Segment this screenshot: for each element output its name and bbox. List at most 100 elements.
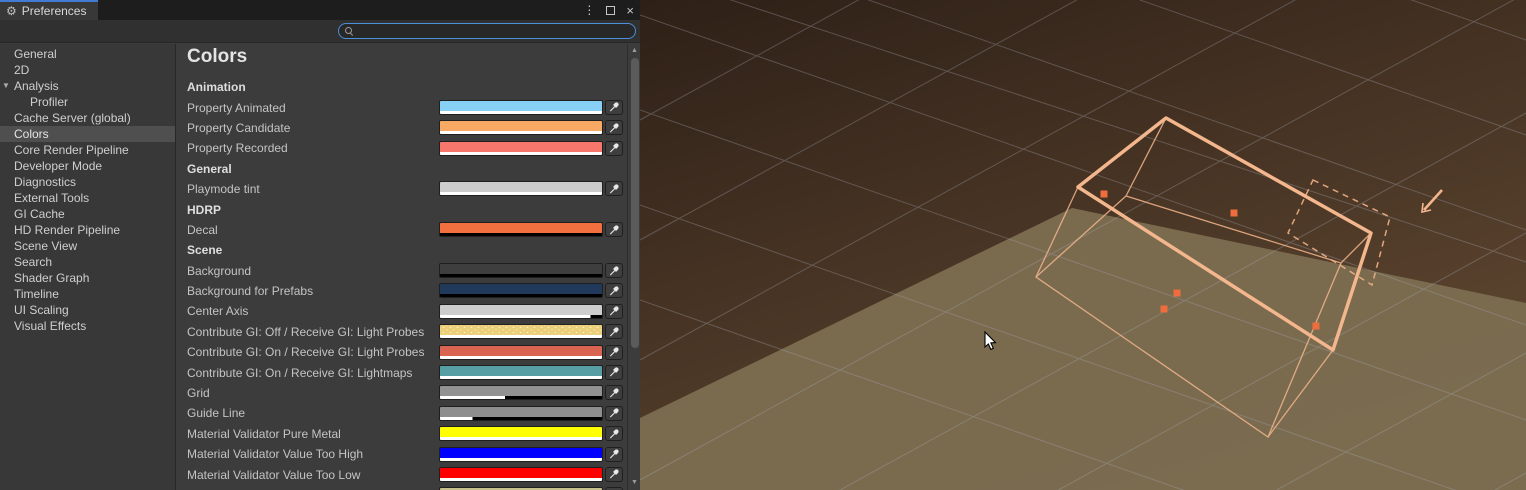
- sidebar-item-external-tools[interactable]: External Tools: [0, 190, 175, 206]
- scroll-up-arrow[interactable]: ▲: [628, 46, 640, 56]
- expand-triangle-icon[interactable]: ▼: [2, 78, 10, 94]
- color-swatch[interactable]: [439, 447, 603, 462]
- preferences-toolbar: [0, 20, 640, 43]
- sidebar-item-label: Diagnostics: [14, 175, 76, 189]
- eyedropper-button[interactable]: [605, 324, 623, 339]
- sidebar-item-label: External Tools: [14, 191, 89, 205]
- section-header-scene: Scene: [187, 240, 640, 260]
- gear-icon: ⚙: [6, 5, 17, 17]
- eyedropper-button[interactable]: [605, 263, 623, 278]
- sidebar-item-shader-graph[interactable]: Shader Graph: [0, 270, 175, 286]
- color-swatch[interactable]: [439, 324, 603, 339]
- sidebar-item-timeline[interactable]: Timeline: [0, 286, 175, 302]
- tab-preferences[interactable]: ⚙ Preferences: [0, 0, 98, 20]
- color-row-property-recorded: Property Recorded: [187, 138, 640, 158]
- probe-handle: [1174, 290, 1181, 297]
- color-swatch[interactable]: [439, 120, 603, 135]
- window-title: Preferences: [22, 4, 87, 18]
- eyedropper-button[interactable]: [605, 345, 623, 360]
- search-icon: [345, 27, 354, 36]
- eyedropper-button[interactable]: [605, 406, 623, 421]
- maximize-icon[interactable]: [606, 6, 615, 15]
- sidebar-item-colors[interactable]: Colors: [0, 126, 175, 142]
- eyedropper-button[interactable]: [605, 141, 623, 156]
- color-row-background-for-prefabs: Background for Prefabs: [187, 281, 640, 301]
- eyedropper-button[interactable]: [605, 365, 623, 380]
- sidebar-item-2d[interactable]: 2D: [0, 62, 175, 78]
- color-swatch[interactable]: [439, 345, 603, 360]
- sidebar-item-core-render-pipeline[interactable]: Core Render Pipeline: [0, 142, 175, 158]
- swatch-fill: [440, 386, 602, 396]
- sidebar-item-profiler[interactable]: Profiler: [0, 94, 175, 110]
- color-swatch[interactable]: [439, 141, 603, 156]
- color-swatch[interactable]: [439, 304, 603, 319]
- color-swatch[interactable]: [439, 385, 603, 400]
- eyedropper-button[interactable]: [605, 447, 623, 462]
- color-row-material-validator-value-too-high: Material Validator Value Too High: [187, 444, 640, 464]
- window-titlebar: ⚙ Preferences ⋮ ×: [0, 0, 640, 20]
- sidebar-item-label: Core Render Pipeline: [14, 143, 129, 157]
- color-swatch[interactable]: [439, 181, 603, 196]
- search-box[interactable]: [338, 23, 636, 39]
- search-input[interactable]: [358, 25, 629, 37]
- eyedropper-button[interactable]: [605, 181, 623, 196]
- sidebar-item-analysis[interactable]: ▼Analysis: [0, 78, 175, 94]
- color-row-decal: Decal: [187, 220, 640, 240]
- sidebar-item-general[interactable]: General: [0, 46, 175, 62]
- eyedropper-button[interactable]: [605, 120, 623, 135]
- sidebar-item-ui-scaling[interactable]: UI Scaling: [0, 302, 175, 318]
- color-swatch[interactable]: [439, 100, 603, 115]
- color-swatch[interactable]: [439, 365, 603, 380]
- color-label: Material Validator Pure Metal: [187, 427, 341, 441]
- swatch-fill: [440, 121, 602, 131]
- colors-panel: Colors AnimationProperty AnimatedPropert…: [176, 44, 640, 490]
- scrollbar-thumb[interactable]: [631, 58, 639, 348]
- eyedropper-button[interactable]: [605, 304, 623, 319]
- eyedropper-button[interactable]: [605, 467, 623, 482]
- scroll-down-arrow[interactable]: ▼: [628, 478, 640, 488]
- color-row-center-axis: Center Axis: [187, 301, 640, 321]
- sidebar-item-diagnostics[interactable]: Diagnostics: [0, 174, 175, 190]
- sidebar-item-visual-effects[interactable]: Visual Effects: [0, 318, 175, 334]
- eyedropper-button[interactable]: [605, 385, 623, 400]
- eyedropper-icon: [608, 346, 620, 358]
- sidebar-item-gi-cache[interactable]: GI Cache: [0, 206, 175, 222]
- sidebar-item-developer-mode[interactable]: Developer Mode: [0, 158, 175, 174]
- probe-handle: [1161, 306, 1168, 313]
- eyedropper-button[interactable]: [605, 283, 623, 298]
- probe-handle: [1313, 323, 1320, 330]
- alpha-bar: [440, 437, 602, 440]
- kebab-menu-icon[interactable]: ⋮: [583, 4, 595, 16]
- alpha-bar: [440, 417, 602, 420]
- vertical-scrollbar[interactable]: ▲ ▼: [627, 44, 640, 490]
- color-row-material-validator-pure-metal: Material Validator Pure Metal: [187, 424, 640, 444]
- sidebar-item-hd-render-pipeline[interactable]: HD Render Pipeline: [0, 222, 175, 238]
- eyedropper-icon: [608, 448, 620, 460]
- color-swatch[interactable]: [439, 222, 603, 237]
- sidebar-item-cache-server-global[interactable]: Cache Server (global): [0, 110, 175, 126]
- color-swatch[interactable]: [439, 283, 603, 298]
- eyedropper-icon: [608, 387, 620, 399]
- eyedropper-button[interactable]: [605, 222, 623, 237]
- color-swatch[interactable]: [439, 406, 603, 421]
- color-swatch[interactable]: [439, 426, 603, 441]
- eyedropper-button[interactable]: [605, 426, 623, 441]
- sidebar-item-label: UI Scaling: [14, 303, 69, 317]
- scene-view[interactable]: [640, 0, 1526, 490]
- alpha-bar: [440, 274, 602, 277]
- sidebar-item-label: Visual Effects: [14, 319, 86, 333]
- swatch-fill: [440, 142, 602, 152]
- close-icon[interactable]: ×: [626, 4, 634, 17]
- section-header-general: General: [187, 159, 640, 179]
- color-swatch[interactable]: [439, 263, 603, 278]
- color-row-property-animated: Property Animated: [187, 97, 640, 117]
- color-swatch[interactable]: [439, 467, 603, 482]
- eyedropper-button[interactable]: [605, 100, 623, 115]
- alpha-bar: [440, 294, 602, 297]
- sidebar-item-scene-view[interactable]: Scene View: [0, 238, 175, 254]
- sidebar-item-search[interactable]: Search: [0, 254, 175, 270]
- color-label: Material Validator Value Too Low: [187, 468, 360, 482]
- swatch-fill: [440, 468, 602, 478]
- eyedropper-icon: [608, 142, 620, 154]
- eyedropper-icon: [608, 305, 620, 317]
